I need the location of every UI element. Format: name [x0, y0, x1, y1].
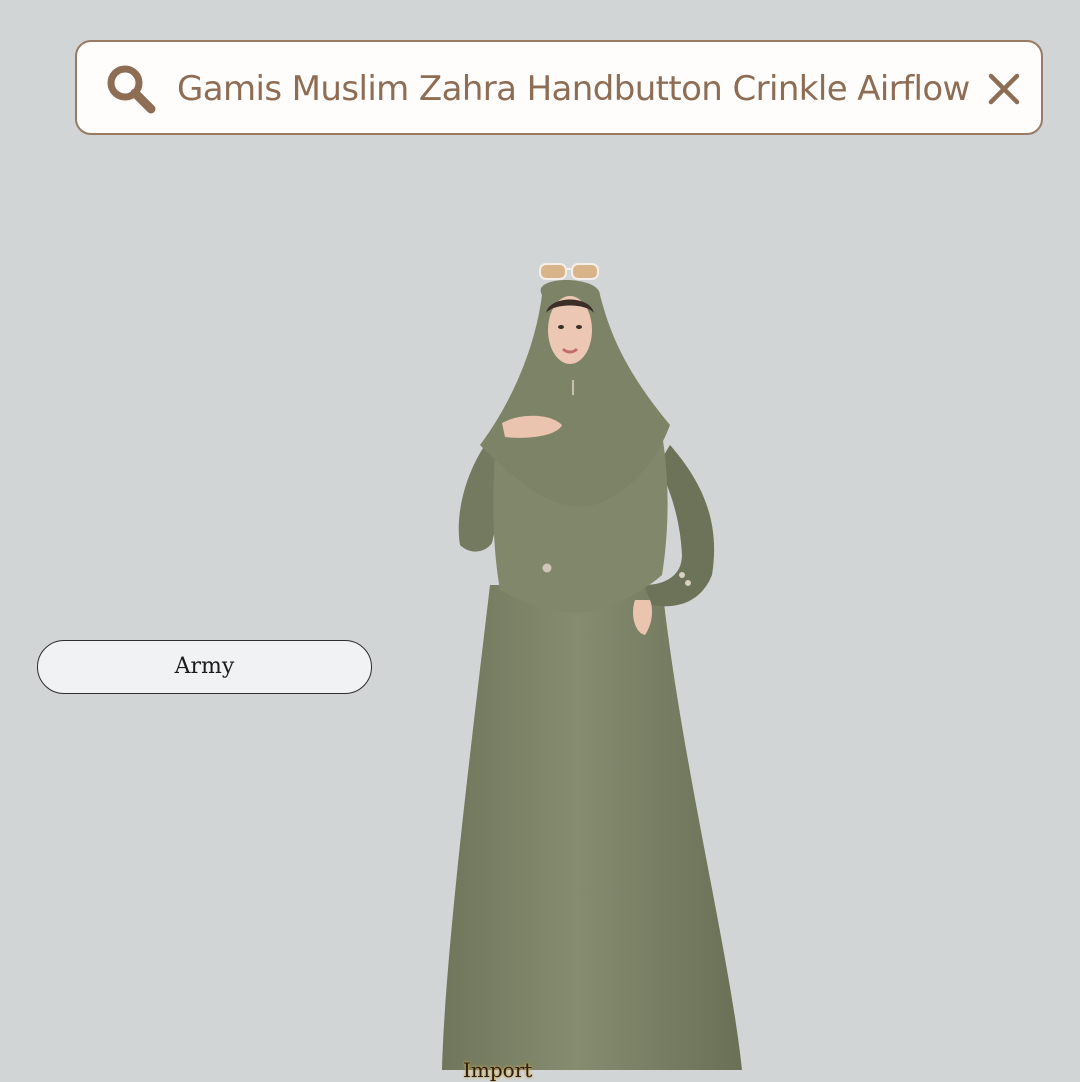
- search-input[interactable]: Gamis Muslim Zahra Handbutton Crinkle Ai…: [177, 64, 985, 114]
- product-photo: [442, 263, 742, 1070]
- image-watermark: Import: [463, 1058, 533, 1082]
- sunglasses-icon: [539, 263, 599, 280]
- close-icon[interactable]: [987, 72, 1021, 106]
- variant-chip-army[interactable]: Army: [37, 640, 372, 694]
- search-icon: [107, 65, 156, 114]
